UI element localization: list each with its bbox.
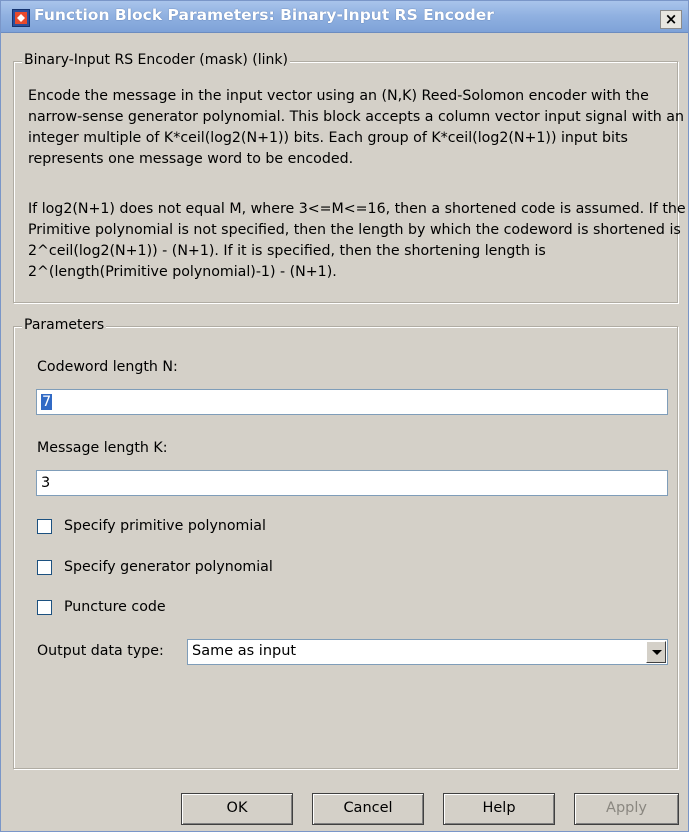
codeword-length-label: Codeword length N: — [37, 359, 178, 375]
description-paragraph-1: Encode the message in the input vector u… — [28, 88, 684, 167]
ok-button[interactable]: OK — [181, 793, 293, 825]
help-button[interactable]: Help — [443, 793, 555, 825]
output-data-type-select[interactable]: Same as input — [187, 639, 668, 665]
close-button[interactable]: × — [660, 10, 682, 29]
specify-generator-polynomial-checkbox[interactable] — [37, 560, 52, 575]
puncture-code-checkbox[interactable] — [37, 600, 52, 615]
specify-generator-polynomial-label[interactable]: Specify generator polynomial — [64, 559, 273, 575]
message-length-label: Message length K: — [37, 440, 168, 456]
message-length-value: 3 — [41, 475, 51, 491]
apply-button[interactable]: Apply — [574, 793, 679, 825]
specify-primitive-polynomial-checkbox[interactable] — [37, 519, 52, 534]
description-paragraph-2: If log2(N+1) does not equal M, where 3<=… — [28, 201, 686, 280]
codeword-length-input[interactable]: 7 — [36, 389, 668, 415]
message-length-input[interactable]: 3 — [36, 470, 668, 496]
cancel-button[interactable]: Cancel — [312, 793, 424, 825]
description-group-title: Binary-Input RS Encoder (mask) (link) — [22, 52, 290, 68]
output-data-type-value: Same as input — [192, 643, 297, 659]
puncture-code-label[interactable]: Puncture code — [64, 599, 166, 615]
title-bar[interactable]: Function Block Parameters: Binary-Input … — [1, 1, 688, 33]
description-group: Binary-Input RS Encoder (mask) (link) En… — [13, 52, 686, 303]
output-data-type-label: Output data type: — [37, 643, 164, 659]
parameters-group-title: Parameters — [22, 317, 107, 333]
chevron-down-icon[interactable] — [646, 641, 666, 663]
specify-primitive-polynomial-label[interactable]: Specify primitive polynomial — [64, 518, 266, 534]
dialog-window: Function Block Parameters: Binary-Input … — [0, 0, 689, 832]
window-title: Function Block Parameters: Binary-Input … — [34, 6, 494, 24]
codeword-length-value: 7 — [41, 394, 53, 410]
close-icon: × — [664, 10, 678, 28]
simulink-block-icon — [12, 9, 30, 27]
